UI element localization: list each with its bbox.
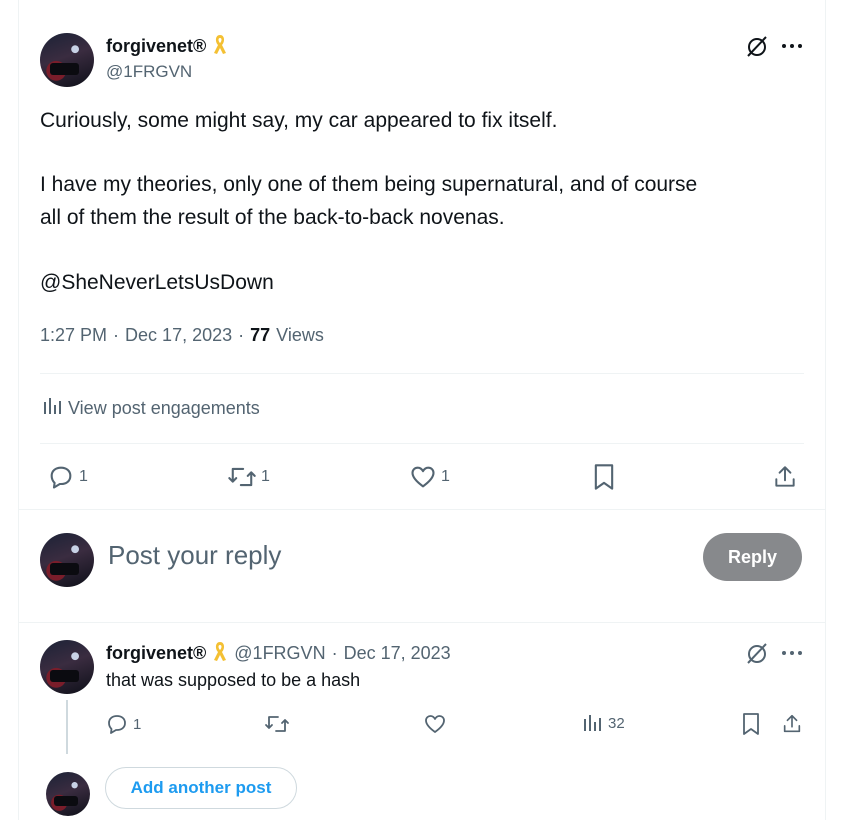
post-meta: 1:27 PM · Dec 17, 2023 · 77 Views bbox=[40, 325, 324, 346]
meta-separator: · bbox=[238, 325, 245, 345]
more-dots-icon[interactable] bbox=[781, 645, 803, 661]
reply-like-button[interactable] bbox=[423, 712, 447, 736]
author-name-row[interactable]: forgivenet® bbox=[106, 33, 228, 60]
post-text-line3: all of them the result of the back-to-ba… bbox=[40, 206, 505, 229]
author-avatar[interactable] bbox=[40, 33, 94, 87]
add-post-avatar bbox=[46, 772, 90, 816]
post-text-line2: I have my theories, only one of them bei… bbox=[40, 173, 698, 196]
view-engagements-link[interactable]: View post engagements bbox=[42, 396, 260, 421]
repost-icon bbox=[264, 712, 290, 736]
like-icon bbox=[409, 463, 437, 491]
views-count: 77 bbox=[250, 325, 271, 345]
repost-icon bbox=[227, 463, 257, 491]
reply-bookmark-button[interactable] bbox=[741, 712, 761, 736]
meta-separator: · bbox=[113, 325, 120, 345]
yellow-ribbon-icon bbox=[212, 640, 228, 667]
more-dots-icon[interactable] bbox=[781, 38, 803, 54]
reply-date[interactable]: Dec 17, 2023 bbox=[344, 643, 451, 664]
like-button[interactable]: 1 bbox=[409, 463, 450, 491]
yellow-ribbon-icon bbox=[212, 33, 228, 60]
like-icon bbox=[423, 712, 447, 736]
reply-author-handle[interactable]: @1FRGVN bbox=[234, 643, 325, 664]
slash-circle-icon[interactable] bbox=[745, 34, 769, 58]
view-engagements-label: View post engagements bbox=[68, 398, 260, 418]
bookmark-icon bbox=[592, 463, 616, 491]
reply-views-count: 32 bbox=[608, 714, 625, 732]
meta-separator: · bbox=[331, 643, 338, 663]
mention-link[interactable]: @SheNeverLetsUsDown bbox=[40, 271, 274, 295]
reply-author-name[interactable]: forgivenet® bbox=[106, 643, 206, 664]
divider bbox=[40, 443, 804, 444]
reply-text: that was supposed to be a hash bbox=[106, 670, 361, 690]
reply-button[interactable]: 1 bbox=[47, 463, 88, 491]
reply-icon bbox=[105, 712, 129, 736]
bookmark-button[interactable] bbox=[592, 463, 616, 491]
share-icon bbox=[772, 463, 798, 491]
reply-submit-button[interactable]: Reply bbox=[703, 533, 802, 581]
author-display-name[interactable]: forgivenet® bbox=[106, 36, 206, 57]
reply-header: forgivenet® @1FRGVN · Dec 17, 2023 bbox=[106, 640, 451, 667]
analytics-icon bbox=[42, 396, 62, 421]
add-another-post-button[interactable]: Add another post bbox=[105, 767, 297, 809]
reply-views-button[interactable]: 32 bbox=[582, 713, 625, 733]
like-count: 1 bbox=[441, 468, 450, 485]
post-date[interactable]: Dec 17, 2023 bbox=[125, 325, 232, 346]
reply-share-button[interactable] bbox=[781, 712, 803, 736]
reply-icon bbox=[47, 463, 75, 491]
reply-composer-input[interactable]: Post your reply bbox=[108, 540, 281, 571]
reply-count: 1 bbox=[79, 468, 88, 485]
thread-connector bbox=[66, 700, 68, 754]
share-button[interactable] bbox=[772, 463, 798, 491]
share-icon bbox=[781, 712, 803, 736]
reply-reply-button[interactable]: 1 bbox=[105, 712, 141, 736]
post-text-line1: Curiously, some might say, my car appear… bbox=[40, 109, 558, 132]
divider bbox=[19, 622, 825, 623]
author-handle[interactable]: @1FRGVN bbox=[106, 62, 192, 82]
divider bbox=[40, 373, 804, 374]
bookmark-icon bbox=[741, 712, 761, 736]
reply-reply-count: 1 bbox=[133, 715, 142, 733]
reply-repost-button[interactable] bbox=[264, 712, 290, 736]
repost-count: 1 bbox=[261, 468, 270, 485]
views-label: Views bbox=[276, 325, 324, 345]
composer-avatar[interactable] bbox=[40, 533, 94, 587]
repost-button[interactable]: 1 bbox=[227, 463, 270, 491]
post-time[interactable]: 1:27 PM bbox=[40, 325, 107, 346]
reply-author-avatar[interactable] bbox=[40, 640, 94, 694]
slash-circle-icon[interactable] bbox=[745, 641, 769, 665]
analytics-icon bbox=[582, 713, 602, 733]
divider bbox=[19, 509, 825, 510]
